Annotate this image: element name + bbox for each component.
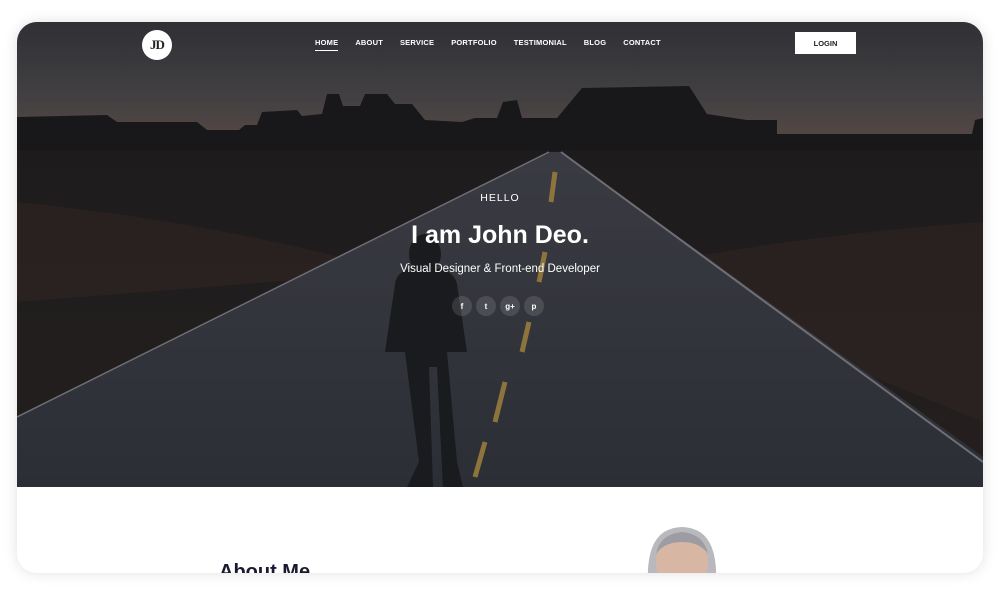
nav-item-service[interactable]: SERVICE bbox=[400, 38, 434, 51]
facebook-icon[interactable]: f bbox=[452, 296, 472, 316]
hero-background-image bbox=[17, 22, 983, 487]
twitter-icon[interactable]: t bbox=[476, 296, 496, 316]
hero-section: JD HOME ABOUT SERVICE PORTFOLIO TESTIMON… bbox=[17, 22, 983, 487]
login-button[interactable]: LOGIN bbox=[795, 32, 856, 54]
about-section: About Me bbox=[17, 487, 983, 573]
hero-subtitle: Visual Designer & Front-end Developer bbox=[400, 263, 600, 275]
hero-greeting: HELLO bbox=[480, 192, 520, 204]
about-heading: About Me bbox=[219, 561, 311, 573]
nav-item-blog[interactable]: BLOG bbox=[584, 38, 606, 51]
hero-headline: I am John Deo. bbox=[411, 221, 589, 249]
main-nav: HOME ABOUT SERVICE PORTFOLIO TESTIMONIAL… bbox=[315, 38, 661, 51]
social-links: f t g+ p bbox=[452, 296, 544, 316]
nav-item-portfolio[interactable]: PORTFOLIO bbox=[451, 38, 497, 51]
avatar bbox=[647, 527, 717, 573]
nav-item-home[interactable]: HOME bbox=[315, 38, 339, 51]
google-plus-icon[interactable]: g+ bbox=[500, 296, 520, 316]
logo[interactable]: JD bbox=[142, 30, 172, 60]
pinterest-icon[interactable]: p bbox=[524, 296, 544, 316]
nav-item-testimonial[interactable]: TESTIMONIAL bbox=[514, 38, 567, 51]
nav-item-contact[interactable]: CONTACT bbox=[623, 38, 661, 51]
browser-frame: JD HOME ABOUT SERVICE PORTFOLIO TESTIMON… bbox=[17, 22, 983, 573]
nav-item-about[interactable]: ABOUT bbox=[355, 38, 383, 51]
